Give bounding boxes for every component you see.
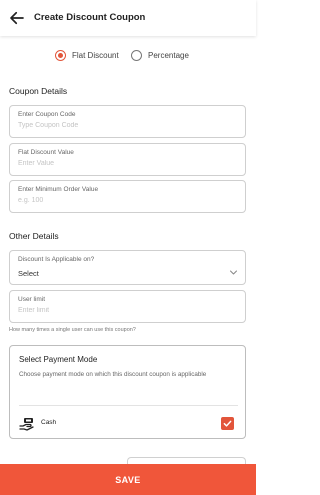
payment-mode-description: Choose payment mode on which this discou…	[19, 371, 207, 378]
minimum-order-value-input[interactable]	[18, 197, 218, 204]
coupon-details-heading: Coupon Details	[9, 86, 68, 96]
payment-option-label: Cash	[41, 419, 57, 426]
field-label: Discount Is Applicable on?	[18, 256, 95, 263]
field-label: Enter Minimum Order Value	[18, 186, 99, 193]
user-limit-input[interactable]	[18, 307, 218, 314]
radio-label: Flat Discount	[72, 51, 119, 60]
radio-unchecked-icon	[131, 50, 142, 61]
check-icon	[223, 420, 232, 427]
field-label: Flat Discount Value	[18, 149, 74, 156]
select-value: Select	[18, 269, 39, 278]
coupon-code-input[interactable]	[18, 122, 218, 129]
field-label: User limit	[18, 296, 46, 303]
radio-percentage[interactable]: Percentage	[131, 50, 189, 61]
cash-hand-icon	[19, 418, 34, 431]
discount-applicable-select[interactable]: Discount Is Applicable on? Select	[9, 250, 246, 285]
user-limit-field: User limit	[9, 290, 246, 323]
flat-discount-value-field: Flat Discount Value	[9, 143, 246, 176]
payment-mode-card: Select Payment Mode Choose payment mode …	[9, 345, 246, 439]
radio-checked-icon	[55, 50, 66, 61]
other-details-heading: Other Details	[9, 231, 59, 241]
discount-type-radio-group: Flat Discount Percentage	[0, 47, 256, 65]
back-arrow-icon[interactable]	[8, 9, 26, 27]
flat-discount-value-input[interactable]	[18, 160, 218, 167]
user-limit-helper-text: How many times a single user can use thi…	[9, 327, 136, 333]
coupon-code-field: Enter Coupon Code	[9, 105, 246, 138]
app-bar: Create Discount Coupon	[0, 0, 256, 36]
minimum-order-value-field: Enter Minimum Order Value	[9, 180, 246, 213]
save-button[interactable]: SAVE	[0, 464, 256, 495]
radio-flat-discount[interactable]: Flat Discount	[55, 50, 119, 61]
radio-label: Percentage	[148, 51, 189, 60]
divider	[19, 405, 238, 406]
payment-mode-title: Select Payment Mode	[19, 355, 98, 364]
cash-checkbox[interactable]	[221, 417, 234, 430]
chevron-down-icon	[229, 270, 238, 275]
page-title: Create Discount Coupon	[34, 12, 146, 23]
field-label: Enter Coupon Code	[18, 111, 76, 118]
